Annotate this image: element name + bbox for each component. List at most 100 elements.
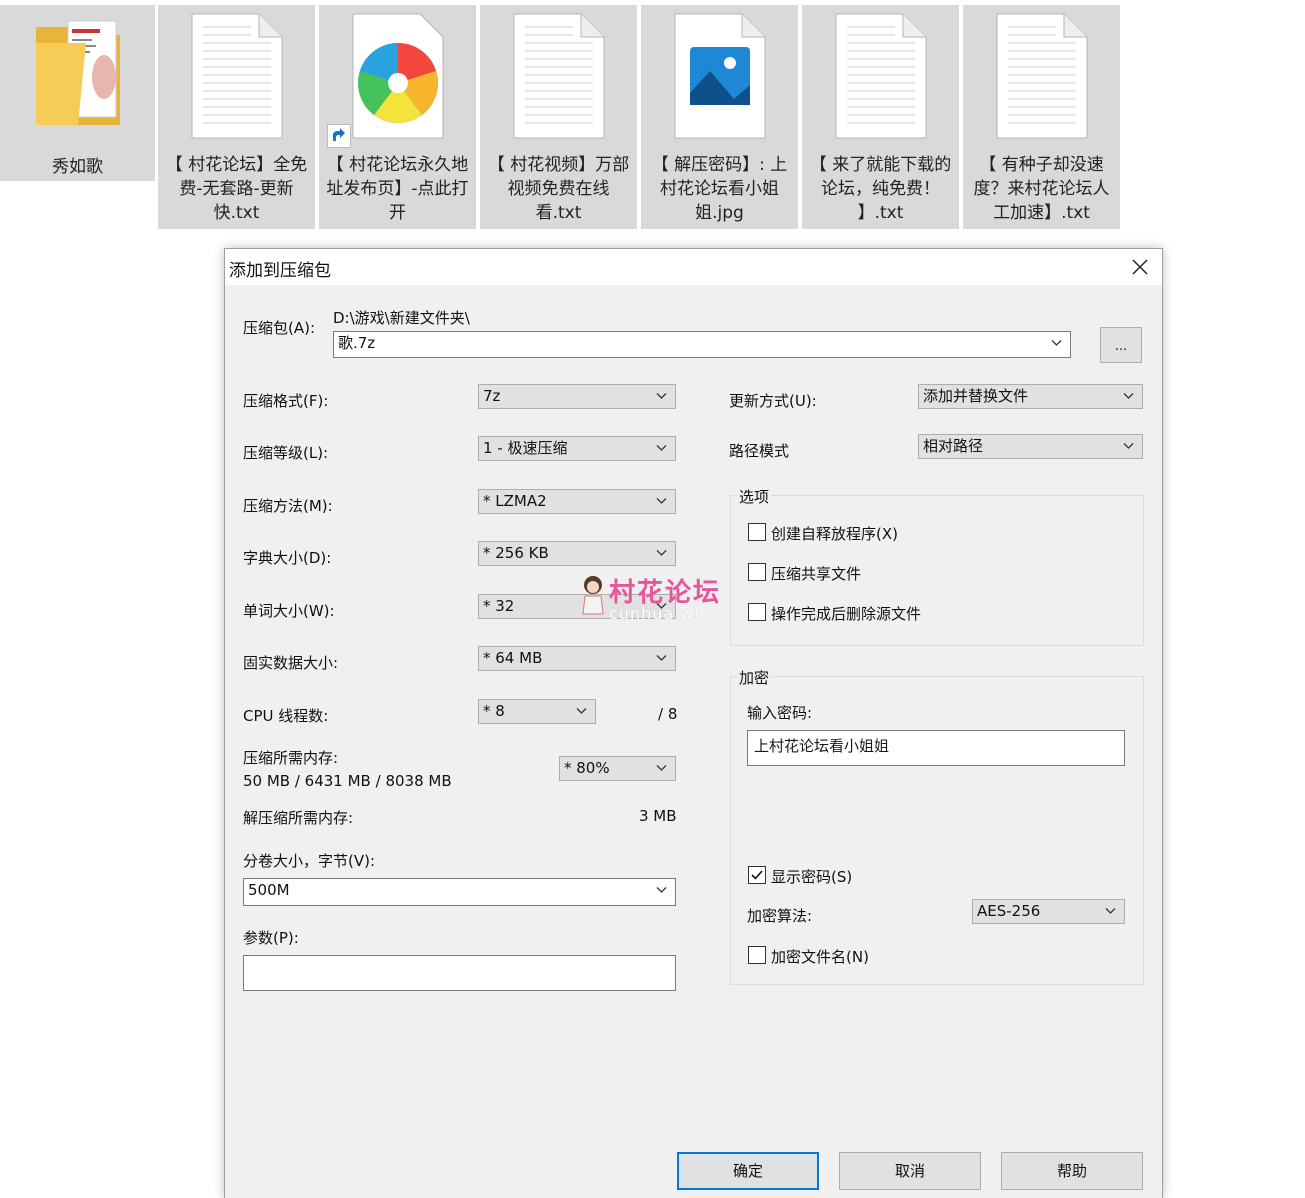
level-select[interactable]: 1 - 极速压缩 [478,436,676,461]
chevron-down-icon [656,765,667,771]
level-label: 压缩等级(L): [243,444,329,462]
dict-label: 字典大小(D): [243,549,332,567]
archive-label: 压缩包(A): [243,319,316,337]
level-value: 1 - 极速压缩 [483,439,568,457]
cpu-label: CPU 线程数: [243,707,329,725]
encryption-method-label: 加密算法: [747,907,813,925]
password-input[interactable]: 上村花论坛看小姐姐 [747,730,1125,766]
decompress-memory-value: 3 MB [639,807,677,825]
cpu-value: * 8 [483,702,505,720]
path-mode-label: 路径模式 [729,442,790,460]
dict-select[interactable]: * 256 KB [478,541,676,566]
chevron-down-icon [1123,393,1134,399]
format-select[interactable]: 7z [478,384,676,409]
update-mode-select[interactable]: 添加并替换文件 [918,384,1143,409]
memory-label: 压缩所需内存: [243,749,339,767]
memory-percent-value: * 80% [564,759,610,777]
file-tile[interactable]: 【 村花视频】万部视频免费在线看.txt [480,5,637,229]
memory-percent-select[interactable]: * 80% [559,756,676,781]
path-mode-select[interactable]: 相对路径 [918,434,1143,459]
file-tile[interactable]: 【 来了就能下载的论坛，纯免费！ 】.txt [802,5,959,229]
password-label: 输入密码: [747,704,813,722]
solid-value: * 64 MB [483,649,543,667]
file-label: 【 有种子却没速度？来村花论坛人工加速】.txt [973,155,1110,223]
file-tile[interactable]: 【 有种子却没速度？来村花论坛人工加速】.txt [963,5,1120,229]
file-label: 秀如歌 [52,157,103,177]
file-label: 【 村花视频】万部视频免费在线看.txt [487,155,630,223]
method-label: 压缩方法(M): [243,497,333,515]
show-password-checkbox[interactable] [748,866,766,884]
path-mode-value: 相对路径 [923,437,984,455]
text-file-icon [480,13,637,155]
solid-select[interactable]: * 64 MB [478,646,676,671]
checkmark-icon [751,870,763,880]
split-size-label: 分卷大小，字节(V): [243,852,376,870]
folder-tile[interactable]: 秀如歌 [0,5,155,181]
delete-after-checkbox[interactable] [748,603,766,621]
file-label: 【 来了就能下载的论坛，纯免费！ 】.txt [809,155,952,223]
format-value: 7z [483,387,501,405]
file-tile[interactable]: 【 解压密码】: 上村花论坛看小姐姐.jpg [641,5,798,229]
encryption-method-select[interactable]: AES-256 [972,899,1125,924]
archive-path: D:\游戏\新建文件夹\ [333,309,470,327]
archive-name-combo[interactable]: 歌.7z [333,331,1071,358]
watermark: 村花论坛 cunhua.win [579,574,739,624]
ok-button[interactable]: 确定 [677,1152,819,1190]
shortcut-arrow-icon [327,124,351,148]
text-file-icon [158,13,315,155]
archive-name-value: 歌.7z [338,334,376,352]
encrypt-names-label: 加密文件名(N) [771,948,869,966]
shared-files-checkbox[interactable] [748,563,766,581]
chevron-down-icon [1051,340,1062,346]
encryption-title: 加密 [737,667,772,688]
add-to-archive-dialog: 添加到压缩包 压缩包(A): D:\游戏\新建文件夹\ 歌.7z ... 压缩格… [224,248,1163,1198]
title-bar: 添加到压缩包 [225,249,1162,285]
chevron-down-icon [1105,908,1116,914]
help-button[interactable]: 帮助 [1001,1152,1143,1190]
chevron-down-icon [656,550,667,556]
dict-value: * 256 KB [483,544,549,562]
close-icon [1132,259,1148,275]
file-label: 【 村花论坛】全免费-无套路-更新快.txt [165,155,308,223]
text-file-icon [963,13,1120,155]
solid-label: 固实数据大小: [243,654,339,672]
show-password-label: 显示密码(S) [771,868,853,886]
format-label: 压缩格式(F): [243,392,329,410]
word-value: * 32 [483,597,515,615]
update-mode-value: 添加并替换文件 [923,387,1029,405]
split-size-value: 500M [248,881,290,899]
chevron-down-icon [656,393,667,399]
encryption-method-value: AES-256 [977,902,1041,920]
chevron-down-icon [656,887,667,893]
chevron-down-icon [656,445,667,451]
params-label: 参数(P): [243,929,299,947]
watermark-sub: cunhua.win [609,604,711,623]
chevron-down-icon [656,498,667,504]
decompress-memory-label: 解压缩所需内存: [243,809,354,827]
shortcut-tile[interactable]: 【 村花论坛永久地址发布页】-点此打开 [319,5,476,229]
cpu-select[interactable]: * 8 [478,699,596,724]
browse-button[interactable]: ... [1100,327,1142,363]
method-select[interactable]: * LZMA2 [478,489,676,514]
close-button[interactable] [1128,255,1152,279]
delete-after-label: 操作完成后删除源文件 [771,605,922,623]
chevron-down-icon [656,655,667,661]
options-title: 选项 [737,486,772,507]
encrypt-names-checkbox[interactable] [748,946,766,964]
image-file-icon [641,13,798,155]
method-value: * LZMA2 [483,492,547,510]
word-label: 单词大小(W): [243,602,335,620]
shared-files-label: 压缩共享文件 [771,565,862,583]
folder-icon [0,13,155,155]
watermark-girl-icon [582,576,604,615]
file-label: 【 解压密码】: 上村花论坛看小姐姐.jpg [651,155,788,223]
sfx-checkbox[interactable] [748,523,766,541]
chevron-down-icon [1123,443,1134,449]
update-mode-label: 更新方式(U): [729,392,817,410]
memory-value: 50 MB / 6431 MB / 8038 MB [243,772,452,790]
cancel-button[interactable]: 取消 [839,1152,981,1190]
sfx-label: 创建自释放程序(X) [771,525,898,543]
file-tile[interactable]: 【 村花论坛】全免费-无套路-更新快.txt [158,5,315,229]
split-size-combo[interactable]: 500M [243,878,676,906]
params-input[interactable] [243,955,676,991]
